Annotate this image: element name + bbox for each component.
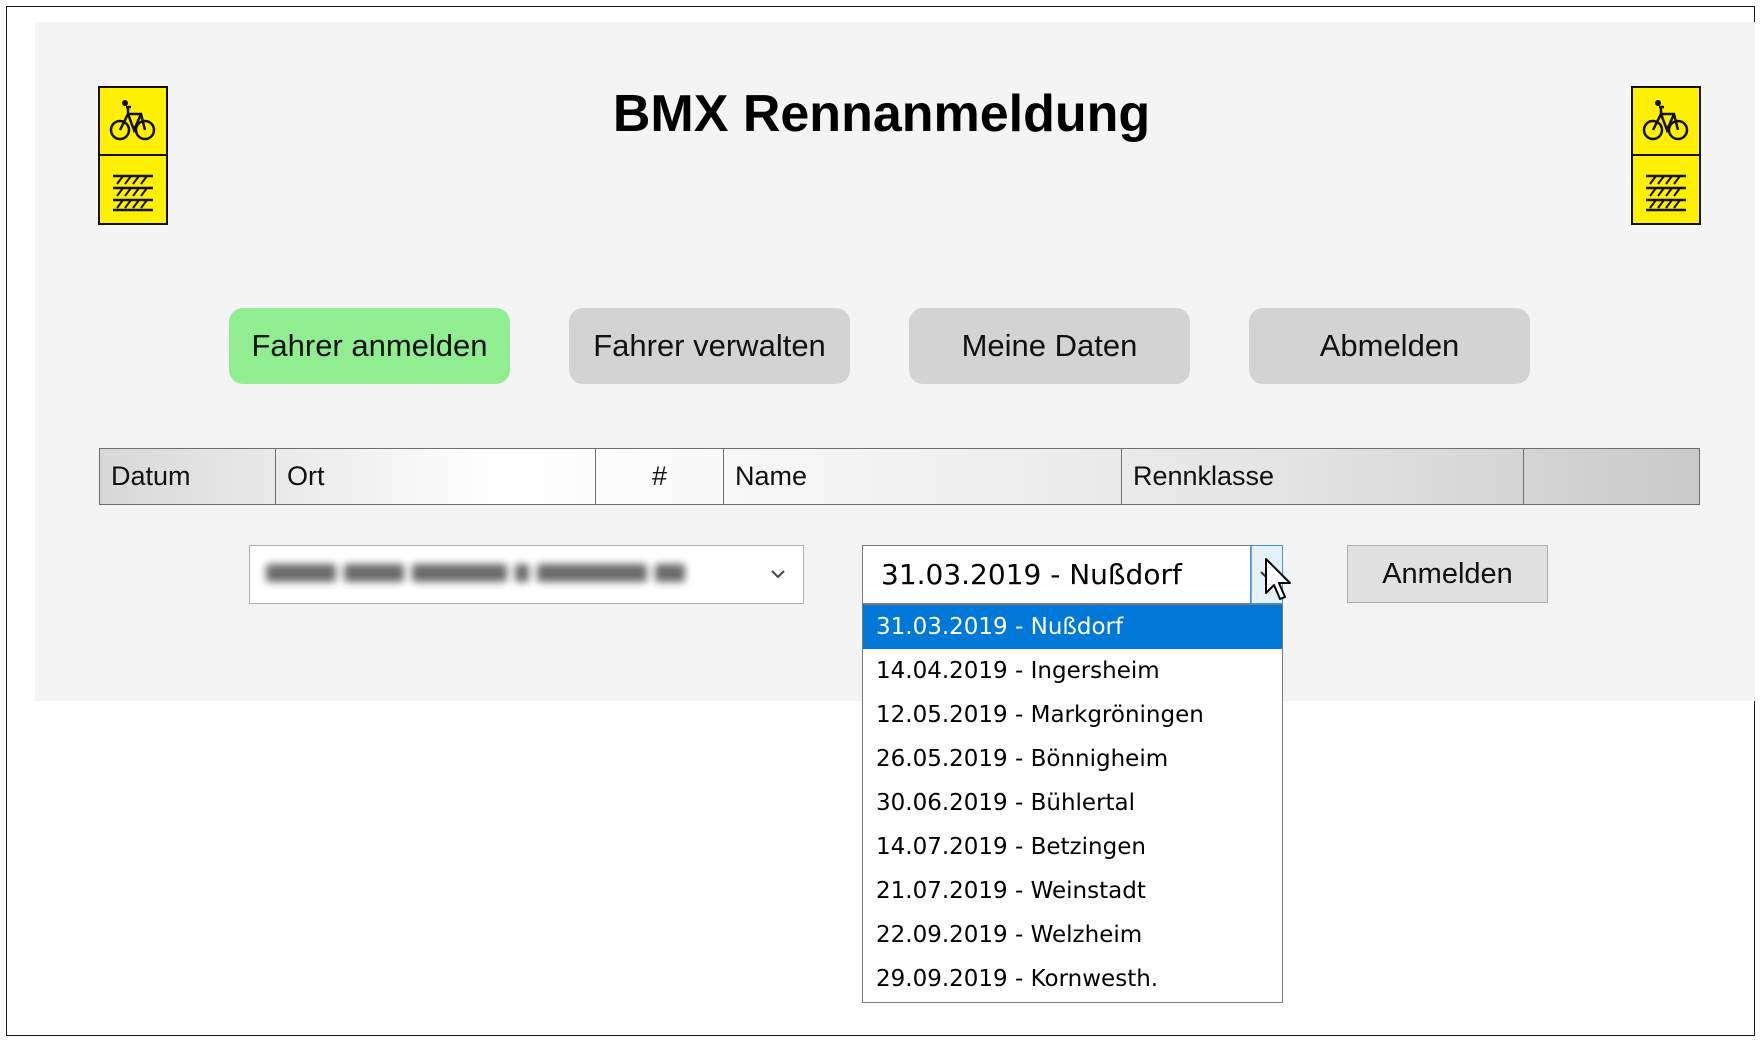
- table-header: Datum Ort # Name Rennklasse: [99, 448, 1700, 505]
- column-header-ort[interactable]: Ort: [276, 449, 596, 504]
- driver-select-value-blurred: [266, 564, 746, 586]
- page-title: BMX Rennanmeldung: [612, 85, 1151, 143]
- dropdown-option[interactable]: 29.09.2019 - Kornwesth.: [863, 957, 1282, 1001]
- column-header-rennklasse[interactable]: Rennklasse: [1122, 449, 1524, 504]
- nav-meine-daten-button[interactable]: Meine Daten: [909, 308, 1190, 384]
- dropdown-option[interactable]: 21.07.2019 - Weinstadt: [863, 869, 1282, 913]
- chevron-down-icon: [771, 570, 785, 579]
- race-select[interactable]: 31.03.2019 - Nußdorf: [862, 545, 1283, 604]
- driver-select[interactable]: [249, 545, 804, 604]
- mouse-pointer-icon: [1265, 558, 1291, 600]
- nav-fahrer-verwalten-button[interactable]: Fahrer verwalten: [569, 308, 850, 384]
- dropdown-option[interactable]: 31.03.2019 - Nußdorf: [863, 605, 1282, 649]
- column-header-empty: [1524, 449, 1699, 504]
- anmelden-button[interactable]: Anmelden: [1347, 545, 1548, 603]
- nav-abmelden-button[interactable]: Abmelden: [1249, 308, 1530, 384]
- dropdown-option[interactable]: 12.05.2019 - Markgröningen: [863, 693, 1282, 737]
- race-dropdown-list: 31.03.2019 - Nußdorf 14.04.2019 - Ingers…: [862, 604, 1283, 1003]
- dropdown-option[interactable]: 14.04.2019 - Ingersheim: [863, 649, 1282, 693]
- race-select-value: 31.03.2019 - Nußdorf: [881, 558, 1182, 591]
- column-header-number[interactable]: #: [596, 449, 724, 504]
- track-icon: [1633, 156, 1699, 224]
- column-header-datum[interactable]: Datum: [100, 449, 276, 504]
- dropdown-option[interactable]: 30.06.2019 - Bühlertal: [863, 781, 1282, 825]
- dropdown-option[interactable]: 26.05.2019 - Bönnigheim: [863, 737, 1282, 781]
- dropdown-option[interactable]: 14.07.2019 - Betzingen: [863, 825, 1282, 869]
- track-icon: [100, 156, 166, 224]
- dropdown-option[interactable]: 22.09.2019 - Welzheim: [863, 913, 1282, 957]
- column-header-name[interactable]: Name: [724, 449, 1122, 504]
- nav-fahrer-anmelden-button[interactable]: Fahrer anmelden: [229, 308, 510, 384]
